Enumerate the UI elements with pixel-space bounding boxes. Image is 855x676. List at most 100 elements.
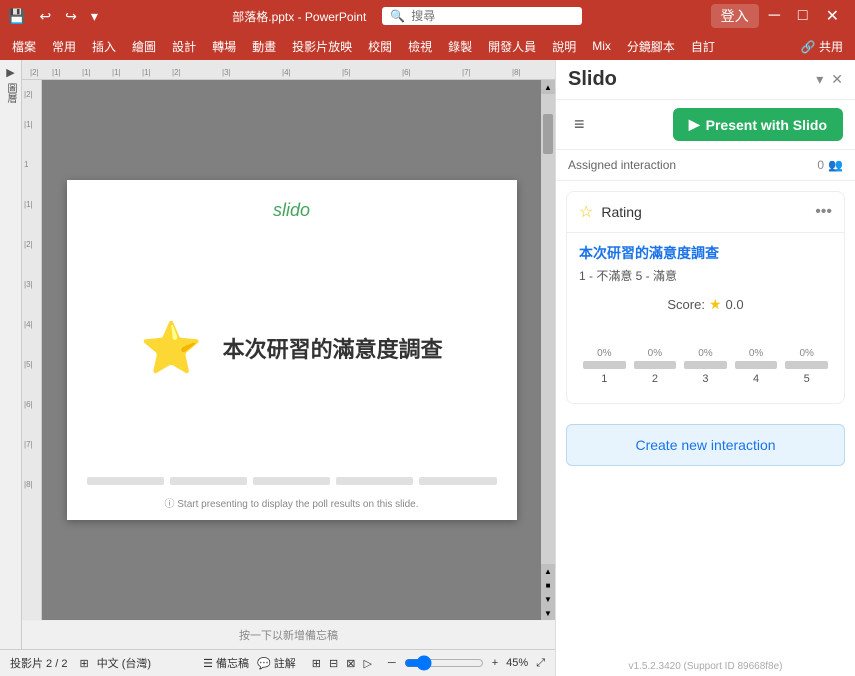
maximize-button[interactable]: □ <box>790 5 816 27</box>
version-text: v1.5.2.3420 (Support ID 89668f8e) <box>556 657 855 676</box>
scroll-up-arrow[interactable]: ▲ <box>541 80 555 94</box>
menu-help[interactable]: 說明 <box>544 35 584 58</box>
menu-design[interactable]: 設計 <box>164 35 204 58</box>
slido-logo: slido <box>273 200 310 221</box>
menu-view[interactable]: 檢視 <box>400 35 440 58</box>
slide-bars <box>67 455 517 485</box>
slide-add-note[interactable]: 按一下以新增備忘稿 <box>22 620 555 649</box>
menu-slideshow[interactable]: 投影片放映 <box>284 35 360 58</box>
menu-file[interactable]: 檔案 <box>4 35 44 58</box>
rating-card-title-row: ☆ Rating <box>579 202 642 222</box>
menu-record[interactable]: 錄製 <box>440 35 480 58</box>
menu-share[interactable]: 🔗 共用 <box>793 35 851 58</box>
title-bar-left: 💾 ↩ ↪ ▾ <box>8 6 104 27</box>
hamburger-menu-btn[interactable]: ≡ <box>568 112 591 137</box>
slido-close-btn[interactable]: ✕ <box>831 71 843 88</box>
slide-display-area[interactable]: slido ⭐ 本次研習的滿意度調查 <box>42 80 541 620</box>
view-normal[interactable]: ⊞ <box>312 657 321 670</box>
view-presenter[interactable]: ▷ <box>363 657 371 670</box>
star-icon-slide: ⭐ <box>140 319 202 378</box>
assigned-number: 0 <box>817 158 824 172</box>
menu-animation[interactable]: 動畫 <box>244 35 284 58</box>
comments-button[interactable]: 💬 註解 <box>257 655 296 671</box>
rating-card: ☆ Rating ••• 本次研習的滿意度調查 1 - 不滿意 5 - 滿意 S… <box>566 191 845 404</box>
rating-more-btn[interactable]: ••• <box>815 203 832 221</box>
save-icon[interactable]: 💾 <box>8 8 25 25</box>
title-bar: 💾 ↩ ↪ ▾ 部落格.pptx - PowerPoint 🔍 登入 ─ □ ✕ <box>0 0 855 32</box>
slide-info: 投影片 2 / 2 <box>10 655 67 671</box>
slides-area: ▶ 圖層 |2| |1| |1| |1| |1| |2| |3| |4| |5|… <box>0 60 555 676</box>
slido-dropdown-btn[interactable]: ▾ <box>816 71 823 88</box>
menu-storyboard[interactable]: 分鏡腳本 <box>619 35 683 58</box>
scroll-track[interactable] <box>541 94 555 564</box>
score-star-icon: ★ <box>709 296 722 313</box>
slide-title: 本次研習的滿意度調查 <box>223 332 443 364</box>
scroll-zoom-down[interactable]: ▼ <box>541 592 555 606</box>
slide[interactable]: slido ⭐ 本次研習的滿意度調查 <box>67 180 517 520</box>
scroll-zoom-up[interactable]: ▲ <box>541 564 555 578</box>
bar-pct-5: 0% <box>799 348 813 359</box>
status-bar: 投影片 2 / 2 ⊞ 中文 (台灣) ☰ 備忘稿 💬 註解 ⊞ ⊟ ⊠ ▷ ─… <box>0 649 555 676</box>
present-label: Present with Slido <box>706 117 827 133</box>
undo-button[interactable]: ↩ <box>33 6 57 27</box>
bar-col-5: 0% <box>785 348 828 369</box>
scroll-zoom-center[interactable]: ■ <box>541 578 555 592</box>
assigned-section: Assigned interaction 0 👥 <box>556 150 855 181</box>
search-box[interactable]: 🔍 <box>382 7 582 25</box>
assigned-users-icon: 👥 <box>828 158 843 172</box>
status-icon-1: ⊞ <box>79 657 88 670</box>
menu-developer[interactable]: 開發人員 <box>480 35 544 58</box>
bar-label-1: 1 <box>583 373 626 385</box>
language-label: 中文 (台灣) <box>97 655 151 671</box>
scroll-down-arrow[interactable]: ▼ <box>541 606 555 620</box>
slido-panel-title: Slido <box>568 68 617 91</box>
menu-mix[interactable]: Mix <box>584 36 619 56</box>
search-input[interactable] <box>411 9 571 23</box>
menu-transition[interactable]: 轉場 <box>204 35 244 58</box>
bar-1 <box>583 361 626 369</box>
zoom-slider[interactable] <box>404 655 484 671</box>
view-reading[interactable]: ⊠ <box>346 657 355 670</box>
minimize-button[interactable]: ─ <box>761 5 788 27</box>
fit-page-btn[interactable]: ⤢ <box>536 657 545 670</box>
zoom-out-btn[interactable]: ─ <box>388 657 396 669</box>
panel-toggle-button[interactable]: ▶ <box>4 66 17 79</box>
menu-home[interactable]: 常用 <box>44 35 84 58</box>
slide-scrollbar[interactable]: ▲ ▲ ■ ▼ ▼ <box>541 80 555 620</box>
close-button[interactable]: ✕ <box>818 4 847 28</box>
menu-draw[interactable]: 繪圖 <box>124 35 164 58</box>
menu-custom[interactable]: 自訂 <box>683 35 723 58</box>
quick-access-dropdown[interactable]: ▾ <box>85 6 104 27</box>
bar-label-4: 4 <box>735 373 778 385</box>
assigned-count: 0 👥 <box>817 158 843 172</box>
bars-row: 0% 0% 0% 0% <box>583 329 828 369</box>
bar-label-5: 5 <box>785 373 828 385</box>
redo-button[interactable]: ↪ <box>59 6 83 27</box>
notes-button[interactable]: ☰ 備忘稿 <box>203 655 249 671</box>
zoom-in-btn[interactable]: + <box>492 657 498 669</box>
ruler-top: |2| |1| |1| |1| |1| |2| |3| |4| |5| |6| … <box>22 60 555 80</box>
score-label: Score: <box>667 297 705 312</box>
bar-pct-3: 0% <box>698 348 712 359</box>
slido-header-icons: ▾ ✕ <box>816 71 843 88</box>
rating-score: Score: ★ 0.0 <box>579 296 832 313</box>
menu-bar: 檔案 常用 插入 繪圖 設計 轉場 動畫 投影片放映 校閱 檢視 錄製 開發人員… <box>0 32 855 60</box>
bar-col-3: 0% <box>684 348 727 369</box>
bar-pct-1: 0% <box>597 348 611 359</box>
rating-card-header: ☆ Rating ••• <box>567 192 844 233</box>
create-interaction-btn[interactable]: Create new interaction <box>566 424 845 466</box>
zoom-level: 45% <box>506 657 528 669</box>
bar-5 <box>785 361 828 369</box>
create-interaction-area: Create new interaction <box>566 424 845 466</box>
slide-footer: ⓘ Start presenting to display the poll r… <box>154 485 428 520</box>
bar-col-2: 0% <box>634 348 677 369</box>
menu-insert[interactable]: 插入 <box>84 35 124 58</box>
menu-review[interactable]: 校閱 <box>360 35 400 58</box>
bar-chart: 0% 0% 0% 0% <box>579 329 832 393</box>
present-with-slido-btn[interactable]: ▶ Present with Slido <box>673 108 843 141</box>
scroll-thumb[interactable] <box>543 114 553 154</box>
login-button[interactable]: 登入 <box>711 4 759 28</box>
rating-star-icon: ☆ <box>579 202 593 222</box>
view-slide[interactable]: ⊟ <box>329 657 338 670</box>
slido-panel-header: Slido ▾ ✕ <box>556 60 855 100</box>
